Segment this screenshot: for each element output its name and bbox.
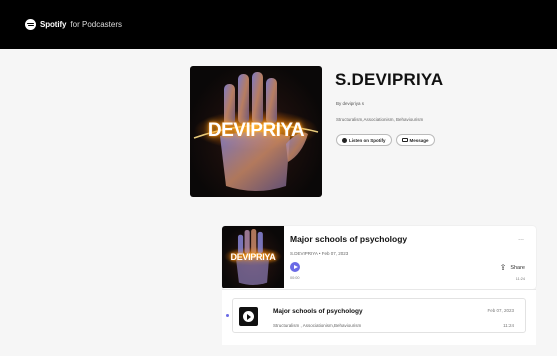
list-item[interactable]: Major schools of psychology Structuralis… <box>226 298 526 333</box>
message-button[interactable]: Message <box>395 134 435 146</box>
spotify-icon <box>25 19 36 30</box>
row-subtitle: Structuralism , Associationism,Behaviour… <box>273 323 362 328</box>
listen-on-spotify-button[interactable]: Listen on Spotify <box>336 134 392 146</box>
episode-list: Major schools of psychology Structuralis… <box>222 289 536 345</box>
share-label: Share <box>510 265 525 271</box>
podcast-title: S.DEVIPRIYA <box>335 70 444 89</box>
brand-name: Spotify <box>40 20 67 29</box>
episode-meta: S.DEVIPRIYA • Feb 07, 2023 <box>290 251 349 256</box>
action-buttons: Listen on Spotify Message <box>336 134 435 146</box>
episode-thumb <box>239 307 258 326</box>
cover-title-text: DEVIPRIYA <box>207 120 305 141</box>
more-options-icon[interactable]: ... <box>518 235 524 242</box>
podcast-cover-image: DEVIPRIYA <box>190 66 322 197</box>
play-button[interactable] <box>290 262 300 272</box>
episode-title[interactable]: Major schools of psychology <box>290 234 407 244</box>
listen-label: Listen on Spotify <box>349 137 386 143</box>
row-date: Feb 07, 2023 <box>487 308 514 313</box>
spotify-logo[interactable]: Spotify for Podcasters <box>25 19 122 30</box>
spotify-small-icon <box>342 137 347 143</box>
episode-cover-text: DEVIPRIYA <box>230 252 276 262</box>
unplayed-indicator <box>226 314 229 317</box>
share-icon: ⇪ <box>499 263 507 272</box>
message-icon <box>401 138 408 142</box>
podcast-author: By devipriya s <box>336 101 365 106</box>
episode-duration: 11:24 <box>515 277 525 281</box>
row-duration: 11:24 <box>503 323 514 328</box>
top-bar: Spotify for Podcasters <box>0 0 557 49</box>
episode-cover-image: DEVIPRIYA <box>222 226 284 288</box>
row-title: Major schools of psychology <box>273 308 363 315</box>
elapsed-time: 00:00 <box>290 276 300 280</box>
podcast-categories: Structuralism,Associationism, Behaviouri… <box>336 117 424 122</box>
brand-sub: for Podcasters <box>70 20 122 29</box>
share-button[interactable]: ⇪ Share <box>500 264 525 272</box>
message-label: Message <box>409 137 429 143</box>
episode-card[interactable]: DEVIPRIYA Major schools of psychology S.… <box>222 226 536 289</box>
play-circle-icon <box>243 311 254 322</box>
